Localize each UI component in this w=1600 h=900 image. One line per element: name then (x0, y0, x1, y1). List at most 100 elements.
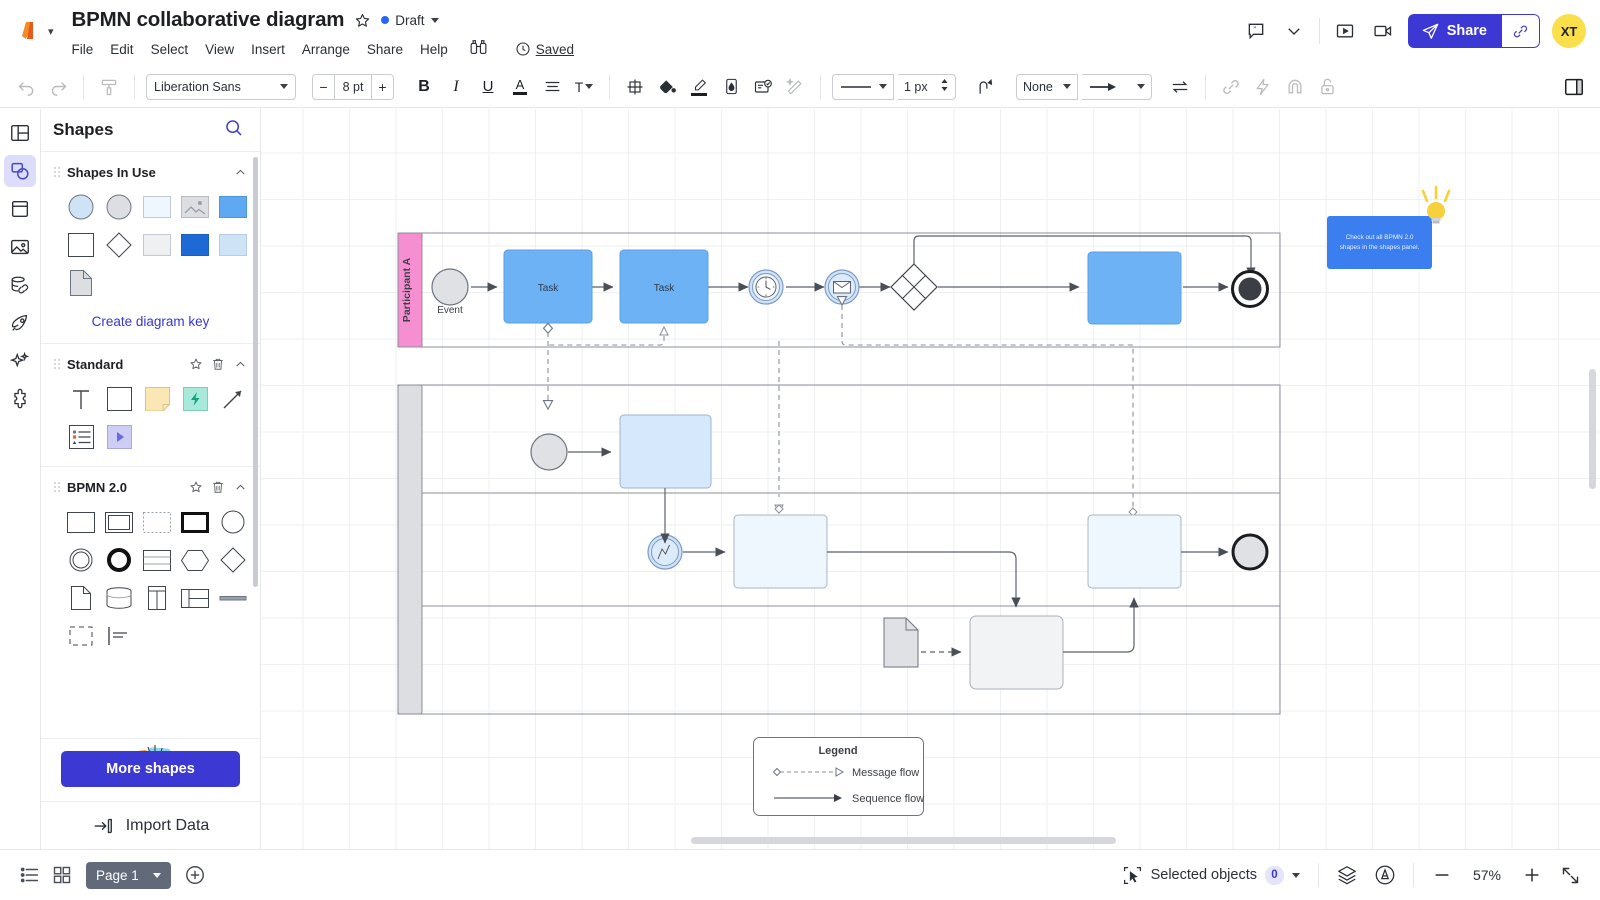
star-outline-icon[interactable] (188, 356, 204, 372)
sidebar-item-data[interactable] (4, 269, 36, 301)
timer-event-node[interactable] (748, 269, 784, 305)
circle-blue-shape[interactable] (63, 192, 99, 222)
bpmn-gateway-shape[interactable] (215, 545, 251, 575)
sidebar-item-templates[interactable] (4, 193, 36, 225)
header-chevron-down-icon[interactable] (1281, 18, 1307, 44)
position-icon[interactable] (621, 73, 649, 101)
message-event-node[interactable] (824, 269, 860, 305)
diagram-canvas[interactable]: Participant A Event Task Task Legend Mes… (261, 109, 1600, 849)
task-3-node[interactable] (1087, 251, 1182, 325)
end-event-2-node[interactable] (1231, 533, 1269, 571)
menu-item-edit[interactable]: Edit (110, 40, 133, 59)
circle-gray-shape[interactable] (101, 192, 137, 222)
copy-link-button[interactable] (1502, 14, 1540, 48)
lock-open-icon[interactable] (1313, 73, 1341, 101)
trash-icon[interactable] (210, 356, 226, 372)
share-button[interactable]: Share (1407, 14, 1502, 48)
menu-item-select[interactable]: Select (151, 40, 189, 59)
task-7-node[interactable] (1087, 514, 1182, 589)
sidebar-item-ai[interactable] (4, 345, 36, 377)
drag-grip-icon[interactable] (53, 358, 61, 370)
bpmn-call-activity-shape[interactable] (177, 507, 213, 537)
task-6-node[interactable] (969, 615, 1064, 690)
list-shape[interactable] (63, 422, 99, 452)
binoculars-icon[interactable] (469, 38, 488, 60)
bpmn-adhoc-dashed-shape[interactable] (139, 507, 175, 537)
task-1-node[interactable]: Task (503, 249, 593, 324)
saved-indicator[interactable]: Saved (515, 41, 574, 57)
comment-icon[interactable]: ” (1243, 18, 1269, 44)
action-item-shape[interactable] (177, 384, 213, 414)
canvas-vertical-scrollbar[interactable] (1589, 369, 1596, 489)
rect-strong-blue-shape[interactable] (177, 230, 213, 260)
rectangle-shape[interactable] (101, 384, 137, 414)
drag-grip-icon[interactable] (53, 166, 61, 178)
text-color-button[interactable]: A (506, 73, 534, 101)
bpmn-start-event-shape[interactable] (215, 507, 251, 537)
page-chevron-down-icon[interactable] (152, 872, 161, 878)
bpmn-data-object-shape[interactable] (63, 583, 99, 613)
menu-item-help[interactable]: Help (420, 40, 448, 59)
import-data-button[interactable]: Import Data (41, 801, 260, 849)
bpmn-task-shape[interactable] (63, 507, 99, 537)
canvas-horizontal-scrollbar[interactable] (691, 837, 1116, 844)
user-avatar[interactable]: XT (1552, 14, 1586, 48)
bpmn-end-event-shape[interactable] (101, 545, 137, 575)
start-event-node[interactable]: Event (431, 268, 469, 316)
star-outline-icon[interactable] (188, 479, 204, 495)
rect-white-shape[interactable] (63, 230, 99, 260)
task-2-node[interactable]: Task (619, 249, 709, 324)
font-family-select[interactable]: Liberation Sans (146, 73, 296, 100)
rect-lighter-blue-shape[interactable] (215, 230, 251, 260)
diamond-shape[interactable] (101, 230, 137, 260)
italic-button[interactable]: I (442, 73, 470, 101)
menu-item-insert[interactable]: Insert (251, 40, 285, 59)
pen-line-icon[interactable] (685, 73, 713, 101)
task-5-node[interactable] (733, 514, 828, 589)
bpmn-group-dashed-shape[interactable] (63, 621, 99, 651)
layers-icon[interactable] (1331, 859, 1363, 891)
opacity-droplet-icon[interactable] (717, 73, 745, 101)
bpmn-vertical-pool-shape[interactable] (139, 583, 175, 613)
draft-status-badge[interactable]: Draft (381, 13, 439, 28)
fill-bucket-icon[interactable] (653, 73, 681, 101)
undo-icon[interactable] (12, 73, 40, 101)
present-icon[interactable] (1332, 18, 1358, 44)
magnet-icon[interactable] (1281, 73, 1309, 101)
link-icon[interactable] (1217, 73, 1245, 101)
bpmn-subprocess-shape[interactable] (101, 507, 137, 537)
right-panel-icon[interactable] (1560, 73, 1588, 101)
bold-button[interactable]: B (410, 73, 438, 101)
chevron-up-icon[interactable] (232, 356, 248, 372)
drag-grip-icon[interactable] (53, 481, 61, 493)
rect-pale-blue-shape[interactable] (139, 192, 175, 222)
line-weight-stepper[interactable]: 1 px (898, 73, 956, 100)
sidebar-item-get-started[interactable] (4, 307, 36, 339)
start-event-2-node[interactable] (530, 433, 568, 471)
star-outline-icon[interactable] (354, 12, 371, 29)
format-painter-icon[interactable] (95, 73, 123, 101)
menu-item-share[interactable]: Share (367, 40, 403, 59)
bpmn-intermediate-event-shape[interactable] (63, 545, 99, 575)
more-shapes-button[interactable]: More shapes (61, 751, 240, 787)
zoom-out-button[interactable] (1426, 859, 1458, 891)
bpmn-lane-shape[interactable] (177, 583, 213, 613)
image-placeholder-shape[interactable] (177, 192, 213, 222)
accessibility-icon[interactable] (1369, 859, 1401, 891)
video-record-icon[interactable] (1370, 18, 1396, 44)
swap-arrows-icon[interactable] (1166, 73, 1194, 101)
bpmn-pool-shape[interactable] (139, 545, 175, 575)
button-shape[interactable] (101, 422, 137, 452)
bpmn-group-line-shape[interactable] (215, 583, 251, 613)
sidebar-item-integrations[interactable] (4, 383, 36, 415)
document-shape[interactable] (63, 268, 99, 298)
chevron-up-icon[interactable] (232, 164, 248, 180)
sidebar-item-shapes[interactable] (4, 155, 36, 187)
page-tab-page-1[interactable]: Page 1 (86, 861, 171, 889)
menu-item-arrange[interactable]: Arrange (302, 40, 350, 59)
add-page-button[interactable] (179, 859, 211, 891)
zoom-in-button[interactable] (1516, 859, 1548, 891)
legend-box[interactable]: Legend Message flow Sequence flow (753, 737, 925, 816)
text-align-icon[interactable] (538, 73, 566, 101)
trash-icon[interactable] (210, 479, 226, 495)
